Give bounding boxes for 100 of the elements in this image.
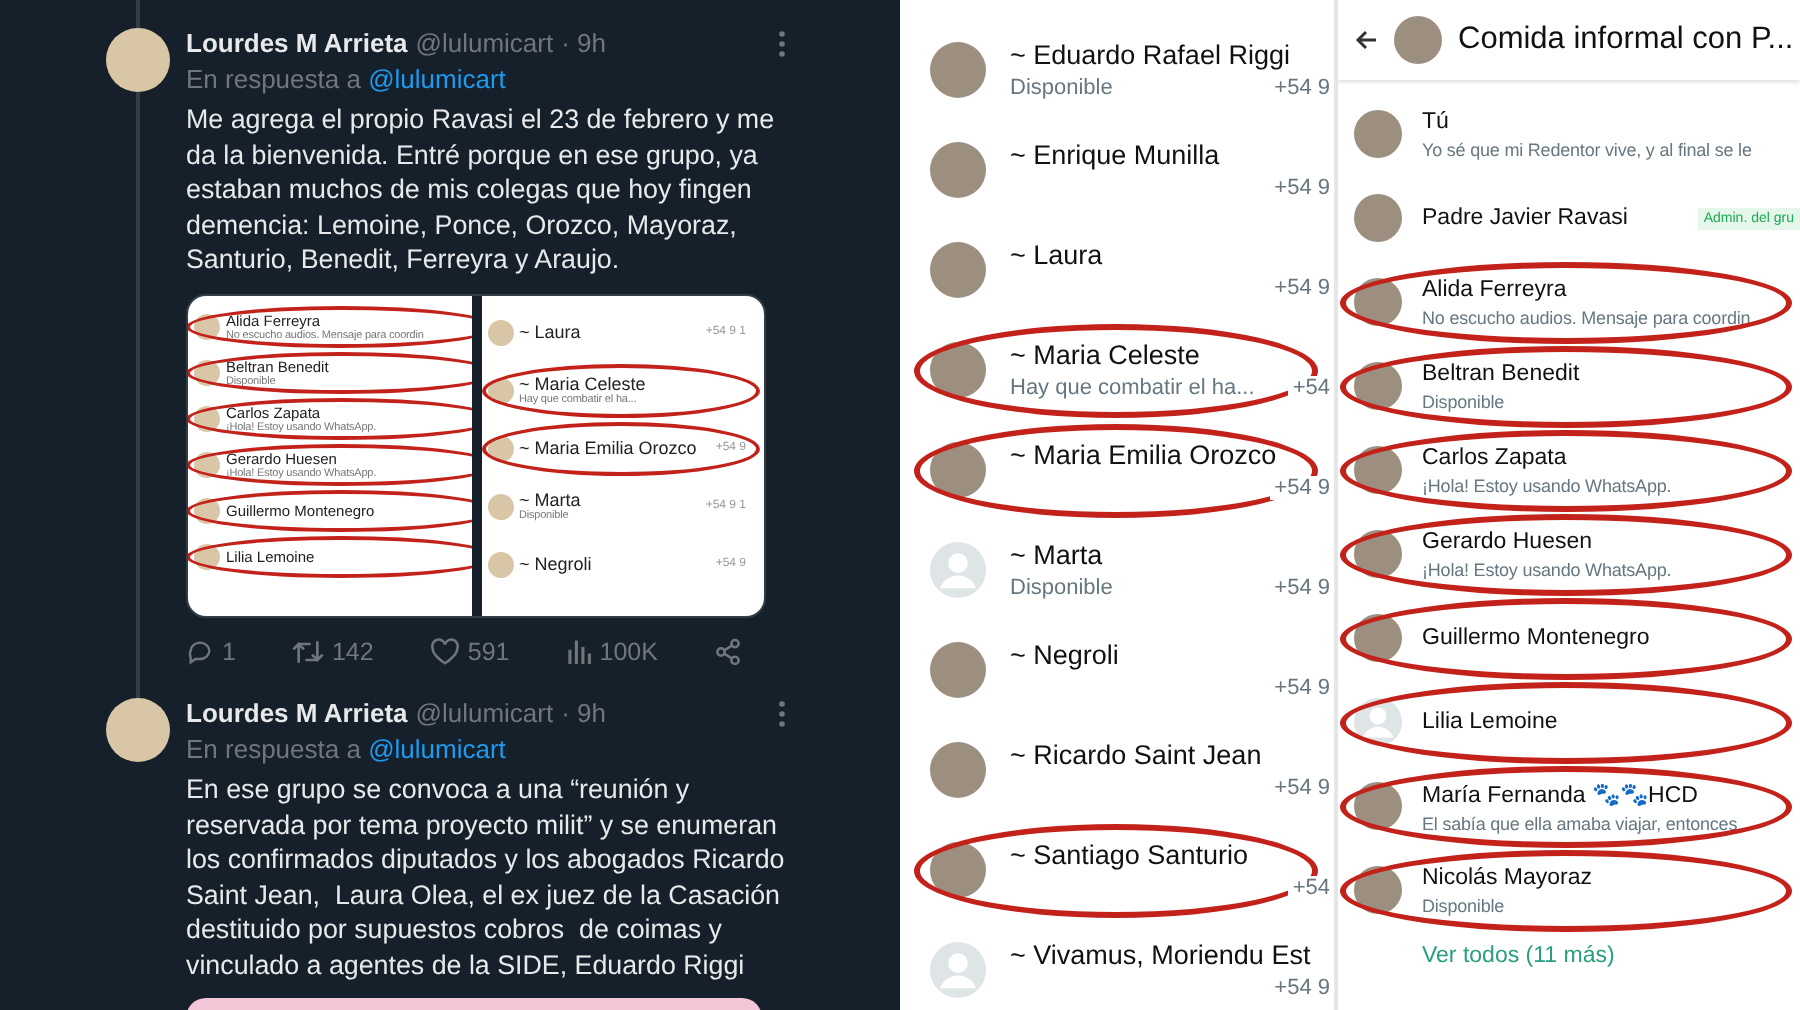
member-status: Disponible <box>1422 895 1507 915</box>
member-row[interactable]: Guillermo Montenegro <box>1338 596 1800 680</box>
contact-name: ~ Marta <box>1010 539 1105 569</box>
contact-name: ~ Enrique Munilla <box>1010 139 1222 169</box>
contact-name: ~ Santiago Santurio <box>1010 839 1250 869</box>
contact-name: ~ Maria Celeste <box>519 374 648 394</box>
more-icon[interactable] <box>778 699 786 727</box>
author-handle: @lulumicart <box>415 698 554 728</box>
contact-status: Hay que combatir el ha... <box>1010 375 1255 399</box>
phone-number: +54 9 <box>1270 775 1334 799</box>
post-time: · 9h <box>561 698 606 728</box>
contact-row[interactable]: ~ Ricardo Saint Jean +54 9 <box>910 720 1334 820</box>
reply-mention-link[interactable]: @lulumicart <box>368 64 506 94</box>
member-row[interactable]: Nicolás Mayoraz Disponible <box>1338 848 1800 932</box>
contact-name: ~ Maria Emilia Orozco <box>519 438 699 458</box>
contact-name: ~ Vivamus, Moriendu Est <box>1010 939 1313 969</box>
reply-button[interactable]: 1 <box>186 637 236 665</box>
phone-number: +54 9 <box>1270 175 1334 199</box>
member-name: Gerardo Huesen <box>1422 529 1593 553</box>
avatar-photo-placeholder <box>930 242 986 298</box>
reply-label: En respuesta a <box>186 64 361 94</box>
avatar-photo-placeholder <box>930 742 986 798</box>
member-name: Padre Javier Ravasi <box>1422 206 1628 230</box>
contact-status: Disponible <box>1010 575 1113 599</box>
retweet-button[interactable]: 142 <box>291 637 374 665</box>
member-row[interactable]: Lilia Lemoine <box>1338 680 1800 764</box>
group-title: Comida informal con P... <box>1458 22 1794 58</box>
contact-name: ~ Laura <box>1010 239 1105 269</box>
contact-name: ~ Maria Emilia Orozco <box>1010 439 1279 469</box>
back-arrow-icon[interactable] <box>1354 28 1378 52</box>
avatar-photo-placeholder <box>930 342 986 398</box>
member-name: Carlos Zapata <box>1422 445 1567 469</box>
member-name: Guillermo Montenegro <box>1422 626 1650 650</box>
retweet-icon <box>291 637 324 665</box>
author-name[interactable]: Lourdes M Arrieta <box>186 698 408 728</box>
phone-number: +54 9 <box>1270 975 1334 999</box>
member-row[interactable]: María Fernanda 🐾🐾HCD El sabía que ella amaba viajar, entonces <box>1338 764 1800 848</box>
member-name: Nicolás Mayoraz <box>1422 865 1592 889</box>
avatar-photo-placeholder <box>106 28 170 92</box>
views-button[interactable]: 100K <box>565 637 658 665</box>
avatar-photo-placeholder <box>930 842 986 898</box>
member-row[interactable]: Carlos Zapata ¡Hola! Estoy usando WhatsApp. <box>1338 428 1800 512</box>
attached-screenshots[interactable] <box>186 293 766 617</box>
more-icon[interactable] <box>778 29 786 57</box>
contact-row[interactable]: ~ Maria Celeste Hay que combatir el ha... +54 <box>910 320 1334 420</box>
member-name: María Fernanda 🐾🐾HCD <box>1422 781 1698 807</box>
contact-name: ~ Laura <box>519 322 583 342</box>
phone-number: +54 9 <box>1270 575 1334 599</box>
heart-icon <box>429 637 460 665</box>
member-row[interactable]: Gerardo Huesen ¡Hola! Estoy usando WhatsApp. <box>1338 512 1800 596</box>
reply-mention-link[interactable]: @lulumicart <box>368 734 506 764</box>
reply-label: En respuesta a <box>186 734 361 764</box>
default-avatar-icon <box>930 942 986 998</box>
member-row[interactable]: Beltran Benedit Disponible <box>1338 344 1800 428</box>
post-time: · 9h <box>561 28 606 58</box>
member-status: No escucho audios. Mensaje para coordin <box>1422 307 1753 327</box>
phone-number: +54 9 <box>1270 75 1334 99</box>
contact-row[interactable]: ~ Vivamus, Moriendu Est +54 9 <box>910 920 1334 1010</box>
like-button[interactable]: 591 <box>429 637 510 665</box>
avatar-photo-placeholder <box>930 142 986 198</box>
phone-number: +54 <box>1288 875 1334 899</box>
phone-number: +54 <box>1288 375 1334 399</box>
avatar-photo-placeholder <box>930 442 986 498</box>
phone-number: +54 9 <box>1270 475 1334 499</box>
member-row[interactable]: Alida Ferreyra No escucho audios. Mensaje para coordin <box>1338 260 1800 344</box>
member-status: Disponible <box>1422 391 1507 411</box>
avatar-photo-placeholder <box>1354 194 1402 242</box>
avatar-photo-placeholder <box>106 698 170 762</box>
avatar-photo-placeholder <box>487 319 513 345</box>
avatar-photo-placeholder <box>1394 16 1442 64</box>
contact-status: Disponible <box>1010 75 1113 99</box>
contact-row[interactable]: ~ Negroli +54 9 <box>910 620 1334 720</box>
contact-name: ~ Negroli <box>1010 639 1121 669</box>
post-text: En ese grupo se convoca a una “reunión y reservada por tema proyecto milit” y se enumeran los confirmados diputados y los abogados Ricardo Saint Jean, Laura Olea, el ex juez de la Casación destituido por supuestos cobros de coimas y vinculado a agentes de la SIDE, Eduardo Riggi <box>186 772 786 982</box>
share-icon[interactable] <box>714 637 742 665</box>
member-name: Tú <box>1422 109 1449 133</box>
contact-row[interactable]: ~ Enrique Munilla +54 9 <box>910 120 1334 220</box>
default-avatar-icon <box>930 542 986 598</box>
avatar-photo-placeholder <box>487 493 513 519</box>
member-name: Beltran Benedit <box>1422 361 1580 385</box>
contact-row[interactable]: ~ Eduardo Rafael Riggi Disponible +54 9 <box>910 20 1334 120</box>
member-row[interactable]: Tú Yo sé que mi Redentor vive, y al final se le <box>1338 92 1800 176</box>
member-name: Alida Ferreyra <box>1422 277 1567 301</box>
contact-row[interactable]: ~ Laura +54 9 <box>910 220 1334 320</box>
member-status: El sabía que ella amaba viajar, entonces <box>1422 813 1740 833</box>
contact-name: ~ Maria Celeste <box>1010 339 1202 369</box>
phone-number: +54 9 <box>1270 275 1334 299</box>
contact-name: ~ Ricardo Saint Jean <box>1010 739 1264 769</box>
default-avatar-icon <box>1354 698 1402 746</box>
avatar-photo-placeholder <box>487 551 513 577</box>
contact-name: ~ Negroli <box>519 554 594 574</box>
contact-row[interactable]: ~ Marta Disponible +54 9 <box>910 520 1334 620</box>
member-status: ¡Hola! Estoy usando WhatsApp. <box>1422 475 1674 495</box>
contact-row[interactable]: ~ Santiago Santurio +54 <box>910 820 1334 920</box>
reply-icon <box>186 637 214 665</box>
contact-row[interactable]: ~ Maria Emilia Orozco +54 9 <box>910 420 1334 520</box>
post-text: Me agrega el propio Ravasi el 23 de febrero y me da la bienvenida. Entré porque en ese grupo, ya estaban muchos de mis colegas que hoy fingen demencia: Lemoine, Ponce, Orozco, Mayoraz, Santurio, Benedit, Ferreyra y Araujo. <box>186 102 777 277</box>
author-name[interactable]: Lourdes M Arrieta <box>186 28 408 58</box>
contact-name: ~ Marta <box>519 490 583 510</box>
avatar-photo-placeholder <box>930 642 986 698</box>
